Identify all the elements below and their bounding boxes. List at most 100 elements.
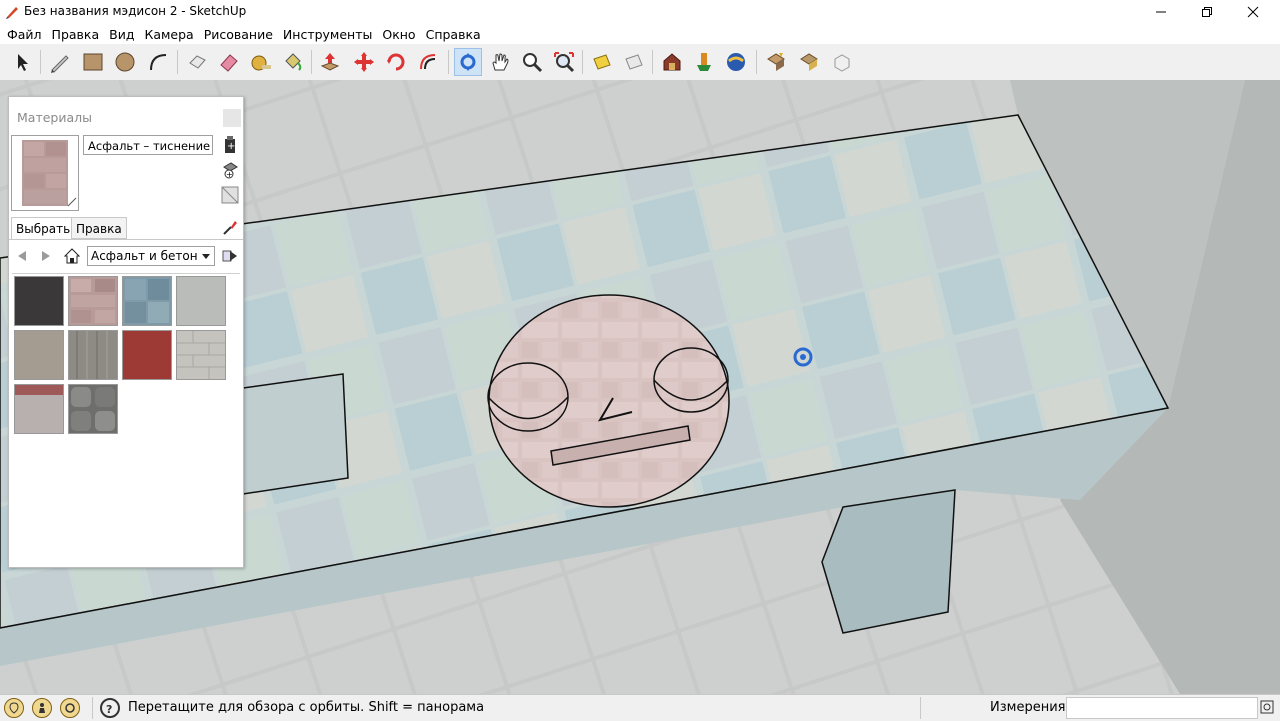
move-arrows-icon [354, 52, 374, 72]
swatch-concrete-form-lines[interactable] [68, 330, 118, 380]
forward-button[interactable] [37, 247, 55, 265]
tab-edit[interactable]: Правка [71, 217, 127, 239]
expand-status-button[interactable] [1258, 698, 1276, 716]
blue-tile-texture-icon [125, 279, 169, 323]
components-tool-button[interactable] [762, 48, 790, 76]
swatch-aggregate-tan[interactable] [14, 330, 64, 380]
tape-measure-icon [251, 55, 271, 71]
home-button[interactable] [63, 247, 81, 265]
line-tool-button[interactable] [46, 48, 74, 76]
details-button[interactable] [221, 247, 239, 265]
swatch-stone-cobble-gray[interactable] [68, 384, 118, 434]
menu-help[interactable]: Справка [421, 27, 486, 42]
tab-select[interactable]: Выбрать [11, 217, 76, 239]
toolbar-separator [652, 50, 653, 74]
status-hint: Перетащите для обзора с орбиты. Shift = … [128, 700, 485, 715]
tab-divider [9, 239, 243, 240]
create-material-button[interactable]: + [220, 135, 240, 155]
zoom-tool-button[interactable] [518, 48, 546, 76]
swatch-asphalt-red[interactable] [122, 330, 172, 380]
brick-texture-icon [71, 279, 115, 323]
section-plane-tool-button[interactable] [588, 48, 616, 76]
push-pull-icon [320, 53, 340, 71]
swatch-brick-red-strip[interactable] [14, 384, 64, 434]
layout-tool-button[interactable] [795, 48, 823, 76]
menu-edit[interactable]: Правка [47, 27, 105, 42]
person-icon [39, 703, 45, 713]
cube-outline-icon [834, 54, 850, 72]
material-name-field[interactable]: Асфальт – тиснение бр [83, 135, 213, 155]
pan-tool-button[interactable] [486, 48, 514, 76]
rectangle-tool-button[interactable] [79, 48, 107, 76]
measurements-input[interactable] [1066, 697, 1258, 719]
default-material-icon [221, 186, 239, 204]
menu-draw[interactable]: Рисование [199, 27, 278, 42]
current-material-preview[interactable] [11, 135, 79, 211]
make-component-button[interactable] [183, 48, 211, 76]
menu-view[interactable]: Вид [104, 27, 139, 42]
account-button[interactable] [60, 698, 80, 718]
orbit-tool-button[interactable] [454, 48, 482, 76]
swatch-asphalt-dark[interactable] [14, 276, 64, 326]
arc-tool-button[interactable] [144, 48, 172, 76]
extension-warehouse-icon [697, 53, 711, 71]
close-icon [1247, 6, 1259, 18]
swatch-concrete-light[interactable] [176, 276, 226, 326]
warehouse-tool-button[interactable] [658, 48, 686, 76]
push-pull-tool-button[interactable] [316, 48, 344, 76]
move-tool-button[interactable] [350, 48, 378, 76]
extension-warehouse-tool-button[interactable] [690, 48, 718, 76]
back-button[interactable] [13, 247, 31, 265]
zoom-extents-tool-button[interactable] [550, 48, 578, 76]
swatch-brick-paver-pink[interactable] [68, 276, 118, 326]
section-display-tool-button[interactable] [620, 48, 648, 76]
menu-window[interactable]: Окно [377, 27, 420, 42]
globe-icon [727, 53, 745, 71]
brick-strip-texture-icon [15, 385, 63, 433]
rectangle-icon [83, 53, 103, 71]
menu-bar: Файл Правка Вид Камера Рисование Инструм… [0, 24, 1280, 44]
eraser-icon [220, 54, 238, 72]
toolbar-separator [448, 50, 449, 74]
toolbar-separator [756, 50, 757, 74]
swatch-concrete-block-light[interactable] [176, 330, 226, 380]
menu-tools[interactable]: Инструменты [278, 27, 377, 42]
eraser-tool-button[interactable] [215, 48, 243, 76]
chevron-down-icon [198, 247, 214, 265]
pencil-icon [51, 55, 69, 73]
menu-camera[interactable]: Камера [139, 27, 198, 42]
location-pin-icon [9, 702, 19, 714]
share-model-tool-button[interactable] [722, 48, 750, 76]
circle-tool-button[interactable] [111, 48, 139, 76]
offset-tool-button[interactable] [414, 48, 442, 76]
minimize-button[interactable] [1138, 0, 1184, 24]
credits-button[interactable] [32, 698, 52, 718]
forward-arrow-icon [42, 251, 50, 261]
library-dropdown[interactable]: Асфальт и бетон [87, 246, 215, 266]
close-button[interactable] [1230, 0, 1276, 24]
form-lines-texture-icon [76, 331, 108, 379]
toolbar-separator [40, 50, 41, 74]
menu-file[interactable]: Файл [2, 27, 47, 42]
components-icon [767, 53, 785, 71]
status-separator [92, 697, 93, 719]
maximize-button[interactable] [1184, 0, 1230, 24]
svg-text:+: + [227, 141, 235, 152]
back-arrow-icon [18, 251, 26, 261]
geo-location-button[interactable] [4, 698, 24, 718]
default-material-button[interactable] [220, 185, 240, 205]
hand-icon [492, 53, 509, 71]
rotate-tool-button[interactable] [382, 48, 410, 76]
ruby-tool-button[interactable] [828, 48, 856, 76]
swatch-tile-blue[interactable] [122, 276, 172, 326]
select-tool-button[interactable] [8, 48, 36, 76]
sample-paint-button[interactable] [220, 217, 240, 237]
component-icon [189, 55, 206, 69]
tape-measure-tool-button[interactable] [247, 48, 275, 76]
eyedropper-icon [223, 221, 237, 235]
add-to-model-button[interactable]: + [220, 160, 240, 180]
restore-icon [1202, 7, 1212, 17]
instructor-button[interactable]: ? [100, 698, 120, 718]
panel-collapse-button[interactable] [223, 109, 241, 127]
paint-bucket-tool-button[interactable] [279, 48, 307, 76]
